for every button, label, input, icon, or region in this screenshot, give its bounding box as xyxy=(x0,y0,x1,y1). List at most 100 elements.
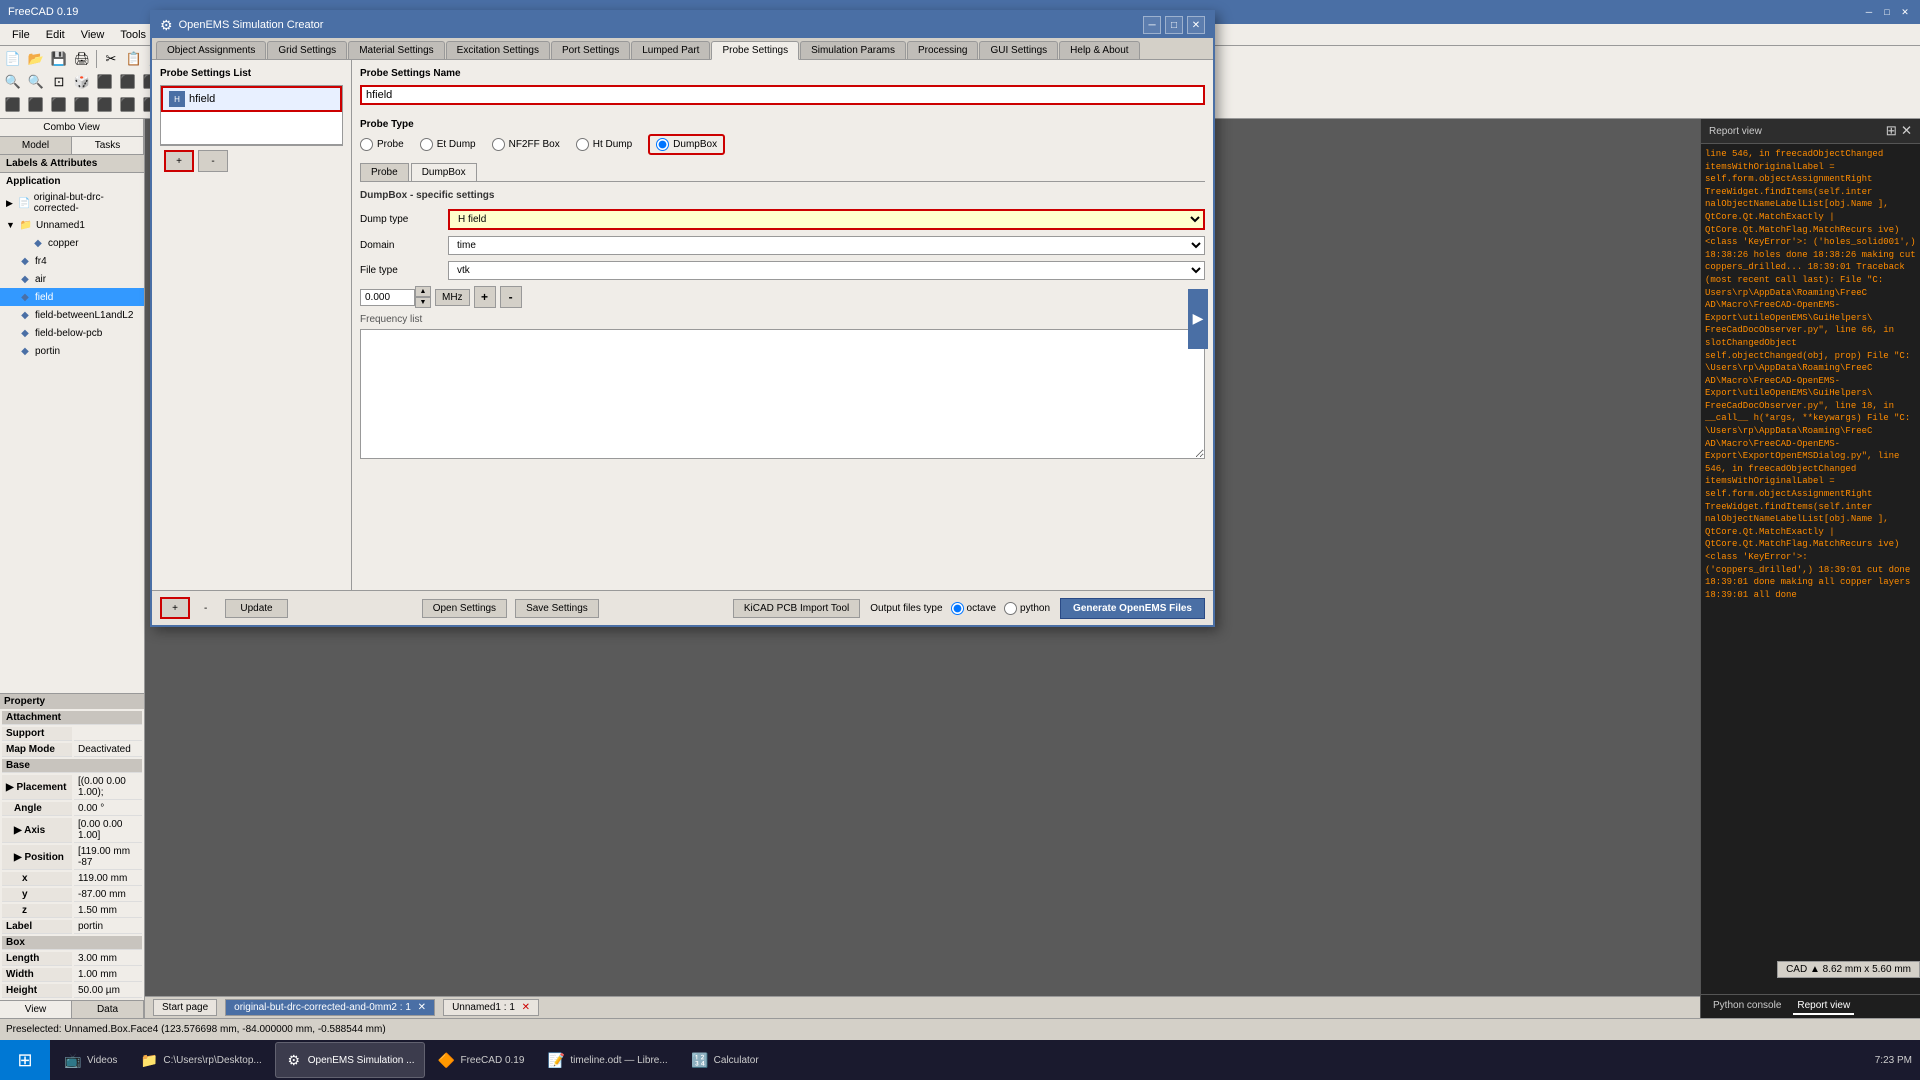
tb-extra-1[interactable]: ⬛ xyxy=(2,94,24,116)
zoom-out[interactable]: 🔍 xyxy=(25,71,47,93)
output-octave-radio[interactable] xyxy=(951,602,964,615)
output-python[interactable]: python xyxy=(1004,602,1050,615)
viewport-tabs-bar: Start page original-but-drc-corrected-an… xyxy=(145,996,1700,1018)
freq-up-btn[interactable]: ▲ xyxy=(415,286,431,297)
open-settings-btn[interactable]: Open Settings xyxy=(422,599,507,618)
freq-list-textarea[interactable] xyxy=(360,329,1205,459)
radio-ht-dump[interactable]: Ht Dump xyxy=(576,134,632,155)
menu-view[interactable]: View xyxy=(73,27,113,43)
tree-item-4[interactable]: ◆ air xyxy=(0,270,144,288)
tree-label-6: field-betweenL1andL2 xyxy=(35,310,133,321)
taskbar-item-folder[interactable]: 📁 C:\Users\rp\Desktop... xyxy=(130,1042,272,1078)
report-view-tab[interactable]: Report view xyxy=(1793,998,1854,1015)
tb-extra-3[interactable]: ⬛ xyxy=(48,94,70,116)
viewport-tab-unnamed[interactable]: Unnamed1 : 1 ✕ xyxy=(443,999,539,1016)
save-settings-btn[interactable]: Save Settings xyxy=(515,599,599,618)
tb-extra-5[interactable]: ⬛ xyxy=(94,94,116,116)
nav-arrow-right[interactable]: ▶ xyxy=(1188,289,1208,349)
radio-nf2ff-input[interactable] xyxy=(492,138,505,151)
freq-remove-btn[interactable]: - xyxy=(500,286,522,308)
tasks-tab[interactable]: Tasks xyxy=(72,137,144,154)
output-python-radio[interactable] xyxy=(1004,602,1017,615)
maximize-btn[interactable]: □ xyxy=(1880,5,1894,19)
freq-down-btn[interactable]: ▼ xyxy=(415,297,431,308)
kicad-btn[interactable]: KiCAD PCB Import Tool xyxy=(733,599,860,618)
probe-add-btn[interactable]: + xyxy=(164,150,194,172)
dump-type-select[interactable]: H field E field J field D field xyxy=(448,209,1205,230)
taskbar-item-calculator[interactable]: 🔢 Calculator xyxy=(681,1042,770,1078)
print-btn[interactable]: 🖨 xyxy=(71,48,93,70)
radio-probe-input[interactable] xyxy=(360,138,373,151)
taskbar-item-videos[interactable]: 📺 Videos xyxy=(54,1042,128,1078)
tree-item-8[interactable]: ◆ portin xyxy=(0,342,144,360)
combo-view-tab[interactable]: Combo View xyxy=(0,119,144,136)
prop-name-mapmode: Map Mode xyxy=(2,743,72,757)
viewport-tab-drc[interactable]: original-but-drc-corrected-and-0mm2 : 1 … xyxy=(225,999,435,1016)
unnamed-tab-close[interactable]: ✕ xyxy=(522,1002,530,1013)
shape-icon-8: ◆ xyxy=(18,344,32,358)
probe-remove-btn[interactable]: - xyxy=(198,150,228,172)
menu-edit[interactable]: Edit xyxy=(38,27,73,43)
start-button[interactable]: ⊞ xyxy=(0,1040,50,1080)
viewport-tab-startpage[interactable]: Start page xyxy=(153,999,217,1016)
prop-row-label: Label portin xyxy=(2,920,142,934)
python-console-tab[interactable]: Python console xyxy=(1709,998,1785,1015)
taskbar-item-openems[interactable]: ⚙ OpenEMS Simulation ... xyxy=(275,1042,426,1078)
model-tab[interactable]: Model xyxy=(0,137,72,154)
tree-item-2[interactable]: ◆ copper xyxy=(0,234,144,252)
view-front[interactable]: ⬛ xyxy=(94,71,116,93)
update-btn[interactable]: Update xyxy=(225,599,287,618)
zoom-in[interactable]: 🔍 xyxy=(2,71,24,93)
prop-value-z: 1.50 mm xyxy=(74,904,142,918)
bottom-add-btn[interactable]: + xyxy=(160,597,190,619)
tb-extra-6[interactable]: ⬛ xyxy=(117,94,139,116)
cad-indicator: CAD ▲ 8.62 mm x 5.60 mm xyxy=(1777,961,1920,978)
save-btn[interactable]: 💾 xyxy=(48,48,70,70)
tree-item-7[interactable]: ◆ field-below-pcb xyxy=(0,324,144,342)
subtab-dumpbox[interactable]: DumpBox xyxy=(411,163,477,181)
cut-btn[interactable]: ✂ xyxy=(100,48,122,70)
subtab-probe[interactable]: Probe xyxy=(360,163,409,181)
file-type-select[interactable]: vtk hdf5 xyxy=(448,261,1205,280)
tree-item-6[interactable]: ◆ field-betweenL1andL2 xyxy=(0,306,144,324)
menu-tools[interactable]: Tools xyxy=(112,27,154,43)
data-tab[interactable]: Data xyxy=(72,1001,144,1018)
drc-tab-close[interactable]: ✕ xyxy=(418,1002,426,1013)
tree-item-1[interactable]: ▼ 📁 Unnamed1 xyxy=(0,216,144,234)
radio-dumpbox[interactable]: DumpBox xyxy=(648,134,725,155)
new-btn[interactable]: 📄 xyxy=(2,48,24,70)
tb-extra-2[interactable]: ⬛ xyxy=(25,94,47,116)
radio-et-dump[interactable]: Et Dump xyxy=(420,134,476,155)
output-octave[interactable]: octave xyxy=(951,602,996,615)
taskbar-item-freecad[interactable]: 🔶 FreeCAD 0.19 xyxy=(427,1042,535,1078)
freq-value-input[interactable] xyxy=(360,289,415,306)
radio-etdump-input[interactable] xyxy=(420,138,433,151)
prop-name-support: Support xyxy=(2,727,72,741)
copy-btn[interactable]: 📋 xyxy=(123,48,145,70)
radio-htdump-input[interactable] xyxy=(576,138,589,151)
tb-extra-4[interactable]: ⬛ xyxy=(71,94,93,116)
view-3d[interactable]: 🎲 xyxy=(71,71,93,93)
close-btn[interactable]: ✕ xyxy=(1898,5,1912,19)
zoom-all[interactable]: ⊡ xyxy=(48,71,70,93)
view-tab[interactable]: View xyxy=(0,1001,72,1018)
tree-item-3[interactable]: ◆ fr4 xyxy=(0,252,144,270)
view-top[interactable]: ⬛ xyxy=(117,71,139,93)
probe-type-section: Probe Type Probe Et Dump xyxy=(360,119,1205,155)
radio-dumpbox-input[interactable] xyxy=(656,138,669,151)
domain-select[interactable]: time frequency xyxy=(448,236,1205,255)
tree-item-0[interactable]: ▶ 📄 original-but-drc-corrected- xyxy=(0,190,144,216)
probe-settings-panel: Probe Settings Name Probe Type Probe xyxy=(352,119,1213,590)
report-float-btn[interactable]: ⊞ xyxy=(1886,123,1897,139)
report-view-panel: Report view ⊞ ✕ line 546, in freecadObje… xyxy=(1700,119,1920,1018)
minimize-btn[interactable]: ─ xyxy=(1862,5,1876,19)
open-btn[interactable]: 📂 xyxy=(25,48,47,70)
radio-probe[interactable]: Probe xyxy=(360,134,404,155)
report-close-btn[interactable]: ✕ xyxy=(1901,123,1912,139)
freq-add-btn[interactable]: + xyxy=(474,286,496,308)
taskbar-item-libreoffice[interactable]: 📝 timeline.odt — Libre... xyxy=(537,1042,678,1078)
radio-nf2ff[interactable]: NF2FF Box xyxy=(492,134,560,155)
tree-item-5[interactable]: ◆ field xyxy=(0,288,144,306)
generate-btn[interactable]: Generate OpenEMS Files xyxy=(1060,598,1205,619)
menu-file[interactable]: File xyxy=(4,27,38,43)
